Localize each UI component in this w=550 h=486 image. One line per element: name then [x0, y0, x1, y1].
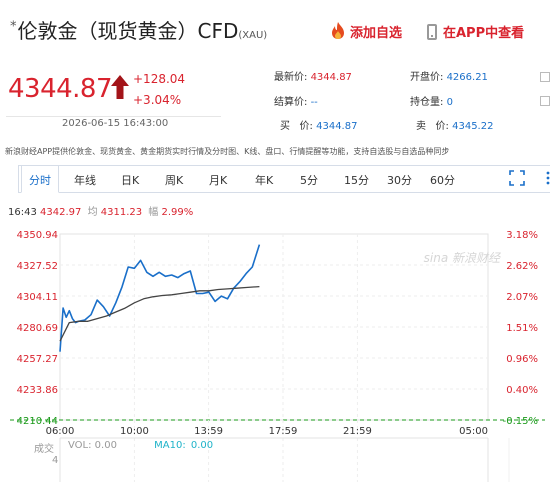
sina-watermark: sina 新浪财经 — [424, 251, 502, 265]
price-line — [59, 244, 261, 352]
add-favorite-label: 添加自选 — [350, 26, 403, 41]
tab-weekly-k[interactable]: 周K — [165, 172, 183, 188]
price-divider — [6, 116, 221, 117]
tab-15min[interactable]: 15分 — [344, 172, 369, 188]
price-up-arrow-icon — [111, 75, 129, 99]
vol-label: VOL: — [68, 440, 92, 451]
stat-ask-sep: 价: — [435, 121, 449, 132]
stat-ask-value: 4345.22 — [452, 121, 494, 132]
x-tick-label: 17:59 — [269, 426, 298, 437]
stat-bid: 买 价: 4344.87 — [280, 117, 357, 132]
stat-ask: 卖 价: 4345.22 — [416, 117, 493, 132]
volume-side-label: 成交 — [34, 444, 54, 455]
y-tick-label-left: 4233.86 — [17, 385, 58, 396]
y-tick-label-right: 0.96% — [506, 354, 538, 365]
instrument-title: ⁎伦敦金（现货黄金）CFD(XAU) — [10, 15, 267, 44]
crosshair-readout: 16:43 4342.97 均 4311.23 幅 2.99% — [8, 203, 193, 218]
ma10-label: MA10: — [154, 440, 186, 451]
tab-30min[interactable]: 30分 — [387, 172, 412, 188]
stat-position-value: 0 — [446, 97, 453, 108]
price-change: +128.04 — [133, 72, 186, 86]
tab-60min[interactable]: 60分 — [430, 172, 455, 188]
stat-open-label: 开盘价: — [410, 72, 444, 83]
add-favorite-button[interactable]: 添加自选 — [330, 22, 402, 43]
readout-amp-label: 幅 — [148, 207, 159, 218]
stat-bid-label: 买 — [280, 121, 290, 132]
volume-side-value: 4 — [52, 455, 59, 466]
readout-time: 16:43 — [8, 207, 37, 218]
y-tick-label-right: 1.51% — [506, 323, 538, 334]
readout-price: 4342.97 — [40, 207, 82, 218]
open-in-app-label: 在APP中查看 — [443, 26, 525, 41]
app-info-text: 新浪财经APP提供伦敦金、现货黄金、黄金期货实时行情及分时图、K线、盘口、行情提… — [5, 147, 450, 156]
stat-latest-value: 4344.87 — [310, 72, 352, 83]
stat-bid-value: 4344.87 — [316, 121, 358, 132]
quote-header: ⁎伦敦金（现货黄金）CFD(XAU) 添加自选 在APP中查看 — [0, 0, 550, 62]
more-menu-icon[interactable] — [543, 170, 550, 186]
y-tick-label-right: 2.07% — [506, 292, 538, 303]
y-tick-label-left: 4350.94 — [17, 230, 58, 241]
y-tick-label-left: 4304.11 — [17, 292, 58, 303]
readout-avg-value: 4311.23 — [100, 207, 143, 218]
open-in-app-link[interactable]: 在APP中查看 — [427, 22, 524, 41]
fire-icon — [330, 22, 346, 43]
tab-daily-k[interactable]: 日K — [121, 172, 139, 188]
x-tick-label: 13:59 — [194, 426, 223, 437]
period-tabs: 分时 年线 日K 周K 月K 年K 5分 15分 30分 60分 — [18, 165, 550, 193]
ma10-value: 0.00 — [190, 440, 214, 451]
stat-settle-label: 结算价: — [274, 97, 308, 108]
price-panel: 4344.87 +128.04 +3.04% 2026-06-15 16:43:… — [0, 62, 225, 132]
readout-avg-label: 均 — [87, 207, 98, 218]
stat-latest: 最新价: 4344.87 — [274, 68, 352, 83]
tab-yearly-k[interactable]: 年K — [255, 172, 273, 188]
quote-timestamp: 2026-06-15 16:43:00 — [62, 118, 169, 129]
stats-scroll-marker — [540, 96, 550, 106]
stat-position: 持仓量: 0 — [410, 93, 453, 108]
fav-star-icon[interactable]: ⁎ — [10, 15, 17, 30]
x-tick-label: 05:00 — [459, 426, 488, 437]
tab-intraday[interactable]: 分时 — [21, 165, 59, 193]
stats-scroll-marker — [540, 72, 550, 82]
stat-position-label: 持仓量: — [410, 97, 444, 108]
y-tick-label-left: 4257.27 — [17, 354, 58, 365]
readout-amp-value: 2.99% — [161, 207, 194, 218]
y-tick-label-left: 4327.52 — [17, 261, 58, 272]
tab-year-line[interactable]: 年线 — [74, 172, 96, 188]
x-tick-label: 06:00 — [46, 426, 75, 437]
vol-value: 0.00 — [94, 440, 117, 451]
stat-settle-value: -- — [310, 97, 318, 108]
y-tick-label-right: 0.40% — [506, 385, 538, 396]
y-tick-label-right: 3.18% — [506, 230, 538, 241]
fullscreen-icon[interactable] — [509, 170, 525, 186]
last-price: 4344.87 — [8, 74, 113, 104]
y-tick-label-right: 2.62% — [506, 261, 538, 272]
tab-monthly-k[interactable]: 月K — [209, 172, 227, 188]
y-tick-label-left: 4280.69 — [17, 323, 58, 334]
stat-bid-sep: 价: — [299, 121, 313, 132]
instrument-name: 伦敦金（现货黄金）CFD — [17, 19, 239, 43]
stat-latest-label: 最新价: — [274, 72, 308, 83]
stat-settle: 结算价: -- — [274, 93, 318, 108]
y-tick-label-right: -0.15% — [503, 416, 538, 427]
price-change-pct: +3.04% — [133, 93, 182, 107]
stat-open-value: 4266.21 — [446, 72, 488, 83]
instrument-symbol: (XAU) — [238, 30, 268, 41]
phone-icon — [427, 24, 437, 40]
tab-5min[interactable]: 5分 — [300, 172, 318, 188]
x-tick-label: 10:00 — [120, 426, 149, 437]
x-tick-label: 21:59 — [343, 426, 372, 437]
stat-ask-label: 卖 — [416, 121, 426, 132]
volume-readout: VOL: 0.00 MA10: 0.00 — [68, 440, 213, 451]
stat-open: 开盘价: 4266.21 — [410, 68, 488, 83]
